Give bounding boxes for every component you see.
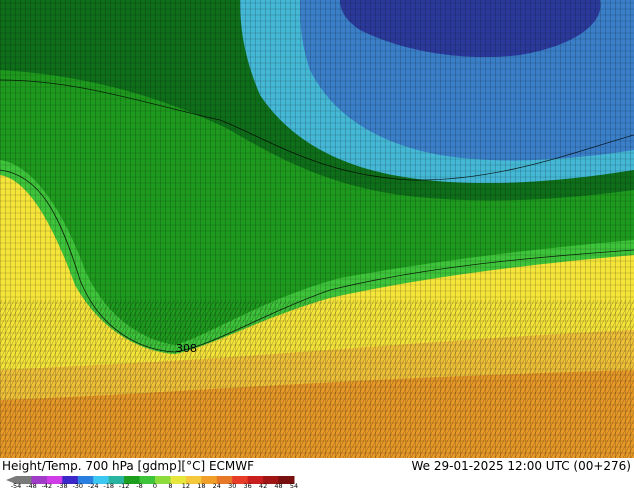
colorbar-tick-label: -48 [26,482,37,490]
weather-map: 308 [0,0,634,458]
colorbar-tick-label: 12 [181,482,191,490]
map-title: Height/Temp. 700 hPa [gdmp][°C] ECMWF [2,459,255,473]
colorbar-tick-label: 54 [289,482,299,490]
colorbar-tick-label: -38 [57,482,68,490]
colorbar-tick-label: 0 [152,482,158,490]
colorbar-tick-label: -30 [72,482,84,490]
colorbar-tick-label: -18 [103,482,114,490]
colorbar-tick-label: -24 [87,482,99,490]
colorbar-tick-label: 24 [212,482,221,490]
colorbar-tick-label: 8 [168,482,173,490]
colorbar-tick-label: 42 [258,482,268,490]
colorbar-tick-label: 30 [228,482,237,490]
contour-label: 308 [176,342,197,355]
southern-barbs-overlay [0,300,634,458]
colorbar-tick-label: -8 [136,482,143,490]
colorbar-tick-label: -42 [41,482,53,490]
colorbar-tick-label: -12 [118,482,130,490]
colorbar-tick-label: 18 [197,482,206,490]
colorbar-tick-label: -54 [10,482,22,490]
map-footer: Height/Temp. 700 hPa [gdmp][°C] ECMWF We… [0,458,634,490]
valid-datetime: We 29-01-2025 12:00 UTC (00+276) [411,459,631,473]
colorbar-tick-label: 48 [274,482,283,490]
colorbar-tick-label: 36 [243,482,252,490]
